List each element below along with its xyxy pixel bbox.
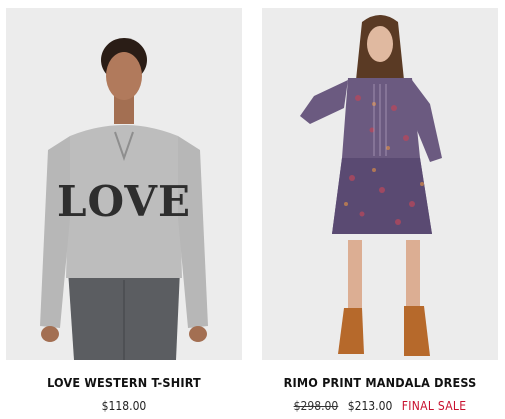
model-in-printed-dress-icon	[262, 8, 498, 360]
sale-price: $213.00	[347, 399, 393, 413]
product-image[interactable]	[262, 8, 498, 360]
price-row: $298.00 $213.00 FINAL SALE	[262, 399, 498, 413]
product-grid: LOVE LOVE WESTERN T-SHIRT $118.00 RIMO P…	[0, 0, 505, 419]
product-name[interactable]: RIMO PRINT MANDALA DRESS	[262, 375, 498, 390]
final-sale-badge: FINAL SALE	[401, 399, 467, 413]
product-name[interactable]: LOVE WESTERN T-SHIRT	[6, 375, 242, 390]
tshirt-graphic-text: LOVE	[57, 177, 191, 226]
product-card-rimo-print-mandala-dress[interactable]: RIMO PRINT MANDALA DRESS $298.00 $213.00…	[262, 0, 498, 419]
product-image[interactable]: LOVE	[6, 8, 242, 360]
original-price: $298.00	[293, 399, 339, 413]
model-in-grey-love-tshirt-icon: LOVE	[6, 8, 242, 360]
product-price: $118.00	[101, 399, 147, 413]
product-card-love-western-tshirt[interactable]: LOVE LOVE WESTERN T-SHIRT $118.00	[6, 0, 242, 419]
price-row: $118.00	[6, 399, 242, 413]
